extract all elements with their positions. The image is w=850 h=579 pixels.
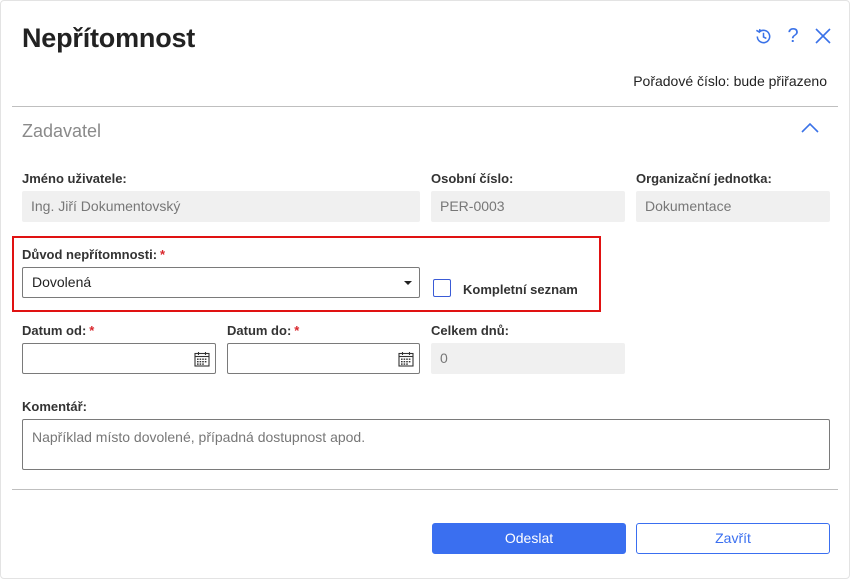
header-divider bbox=[12, 106, 838, 107]
help-icon[interactable]: ? bbox=[783, 25, 803, 47]
date-to-label: Datum do: * bbox=[227, 323, 300, 338]
highlight-box bbox=[12, 236, 601, 312]
calendar-icon[interactable] bbox=[194, 351, 210, 367]
username-label: Jméno uživatele: bbox=[22, 171, 127, 186]
absence-dialog: Nepřítomnost ? Pořadové číslo: bude přiř… bbox=[0, 0, 850, 579]
comment-textarea[interactable]: Například místo dovolené, případná dostu… bbox=[22, 419, 830, 470]
history-icon[interactable] bbox=[753, 25, 773, 47]
total-days-label: Celkem dnů: bbox=[431, 323, 510, 338]
required-marker: * bbox=[89, 323, 95, 338]
footer-divider bbox=[12, 489, 838, 490]
required-marker: * bbox=[294, 323, 300, 338]
username-field: Ing. Jiří Dokumentovský bbox=[22, 191, 420, 222]
chevron-up-icon[interactable] bbox=[799, 119, 821, 137]
dialog-title: Nepřítomnost bbox=[22, 23, 196, 53]
submit-button[interactable]: Odeslat bbox=[432, 523, 626, 554]
close-button[interactable]: Zavřít bbox=[636, 523, 830, 554]
org-unit-field: Dokumentace bbox=[636, 191, 830, 222]
comment-label: Komentář: bbox=[22, 399, 88, 414]
header-icons: ? bbox=[753, 25, 833, 47]
section-title: Zadavatel bbox=[22, 121, 102, 141]
total-days-field: 0 bbox=[431, 343, 625, 374]
date-to-input[interactable] bbox=[227, 343, 420, 374]
order-number: Pořadové číslo: bude přiřazeno bbox=[633, 73, 827, 89]
personal-number-label: Osobní číslo: bbox=[431, 171, 514, 186]
date-from-label: Datum od: * bbox=[22, 323, 95, 338]
calendar-icon[interactable] bbox=[398, 351, 414, 367]
close-icon[interactable] bbox=[813, 25, 833, 47]
date-from-input[interactable] bbox=[22, 343, 216, 374]
org-unit-label: Organizační jednotka: bbox=[636, 171, 772, 186]
personal-number-field: PER-0003 bbox=[431, 191, 625, 222]
